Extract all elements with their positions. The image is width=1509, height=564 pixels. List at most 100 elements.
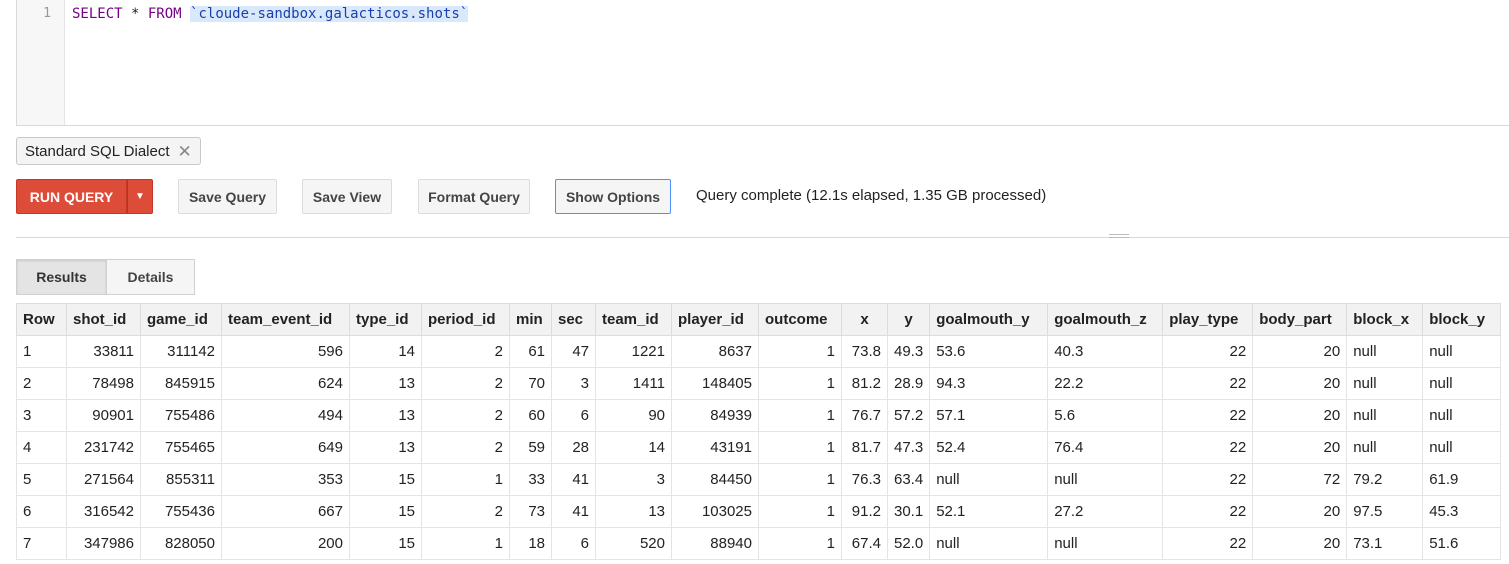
table-cell-play-type: 22 [1162,335,1254,368]
table-cell-x: 73.8 [841,335,888,368]
save-view-button[interactable]: Save View [302,179,392,214]
column-header-body-part[interactable]: body_part [1252,303,1348,336]
column-header-x[interactable]: x [841,303,888,336]
table-cell-shot-id: 316542 [66,495,141,528]
table-cell-block-x: null [1346,399,1424,432]
table-cell-sec: 41 [551,463,596,496]
table-cell-row: 6 [16,495,67,528]
table-cell-goalmouth-z: null [1047,463,1164,496]
column-header-goalmouth-y[interactable]: goalmouth_y [929,303,1049,336]
save-query-button[interactable]: Save Query [178,179,277,214]
column-header-block-x[interactable]: block_x [1346,303,1424,336]
close-icon[interactable]: ✕ [178,143,192,160]
table-cell-team-id: 14 [595,431,672,464]
table-cell-player-id: 88940 [671,527,759,560]
table-cell-block-y: null [1422,367,1502,400]
table-cell-outcome: 1 [758,495,842,528]
table-cell-min: 18 [509,527,552,560]
table-cell-team-id: 90 [595,399,672,432]
table-cell-goalmouth-z: 5.6 [1047,399,1164,432]
line-number-gutter: 1 [17,0,65,125]
query-editor[interactable]: 1 SELECT * FROM `cloude-sandbox.galactic… [16,0,1509,126]
column-header-type-id[interactable]: type_id [349,303,422,336]
table-cell-type-id: 14 [349,335,422,368]
table-cell-sec: 41 [551,495,596,528]
table-cell-sec: 3 [551,367,596,400]
table-cell-body-part: 20 [1252,335,1348,368]
table-cell-play-type: 22 [1162,495,1254,528]
column-header-y[interactable]: y [886,303,931,336]
table-cell-team-event-id: 596 [221,335,350,368]
column-header-block-y[interactable]: block_y [1422,303,1502,336]
table-cell-game-id: 755486 [140,399,222,432]
table-cell-shot-id: 231742 [66,431,141,464]
table-cell-type-id: 15 [349,527,422,560]
table-cell-block-x: 97.5 [1346,495,1424,528]
resize-grip-icon[interactable] [1109,232,1129,240]
column-header-shot-id[interactable]: shot_id [66,303,141,336]
sql-code-line[interactable]: SELECT * FROM `cloude-sandbox.galacticos… [72,6,469,22]
table-cell-type-id: 13 [349,431,422,464]
table-cell-outcome: 1 [758,335,842,368]
table-cell-y: 28.9 [886,367,931,400]
column-header-period-id[interactable]: period_id [421,303,510,336]
table-cell-team-event-id: 624 [221,367,350,400]
table-cell-game-id: 311142 [140,335,222,368]
table-cell-game-id: 755465 [140,431,222,464]
column-header-play-type[interactable]: play_type [1162,303,1254,336]
column-header-team-id[interactable]: team_id [595,303,672,336]
column-header-min[interactable]: min [509,303,552,336]
table-cell-player-id: 148405 [671,367,759,400]
column-header-sec[interactable]: sec [551,303,596,336]
table-cell-shot-id: 78498 [66,367,141,400]
sql-dialect-label: Standard SQL Dialect [25,142,170,160]
table-cell-sec: 6 [551,527,596,560]
run-query-button[interactable]: RUN QUERY [16,179,127,214]
column-header-player-id[interactable]: player_id [671,303,759,336]
column-header-game-id[interactable]: game_id [140,303,222,336]
column-header-goalmouth-z[interactable]: goalmouth_z [1047,303,1164,336]
column-header-team-event-id[interactable]: team_event_id [221,303,350,336]
table-row: 4 231742 755465 649 13 2 59 28 14 43191 1 81.7 47.3 5… [16,431,1502,464]
table-cell-game-id: 855311 [140,463,222,496]
table-cell-period-id: 2 [421,399,510,432]
table-cell-team-event-id: 667 [221,495,350,528]
column-header-row[interactable]: Row [16,303,67,336]
table-cell-row: 5 [16,463,67,496]
table-cell-block-y: null [1422,335,1502,368]
format-query-button[interactable]: Format Query [418,179,530,214]
table-cell-row: 3 [16,399,67,432]
table-cell-goalmouth-y: 57.1 [929,399,1049,432]
table-cell-goalmouth-y: 52.4 [929,431,1049,464]
tab-results[interactable]: Results [17,260,106,294]
table-cell-outcome: 1 [758,367,842,400]
table-cell-x: 91.2 [841,495,888,528]
table-cell-y: 57.2 [886,399,931,432]
table-cell-shot-id: 33811 [66,335,141,368]
table-cell-row: 1 [16,335,67,368]
show-options-button[interactable]: Show Options [555,179,671,214]
sql-keyword-from: FROM [147,6,182,22]
table-cell-player-id: 43191 [671,431,759,464]
table-cell-body-part: 20 [1252,367,1348,400]
table-cell-block-x: null [1346,431,1424,464]
sql-dialect-chip: Standard SQL Dialect ✕ [16,137,201,165]
table-cell-period-id: 2 [421,431,510,464]
tab-details[interactable]: Details [106,260,194,294]
table-cell-player-id: 84939 [671,399,759,432]
table-cell-period-id: 1 [421,527,510,560]
column-header-outcome[interactable]: outcome [758,303,842,336]
table-cell-x: 81.2 [841,367,888,400]
table-cell-goalmouth-y: 53.6 [929,335,1049,368]
table-cell-body-part: 20 [1252,399,1348,432]
table-cell-game-id: 828050 [140,527,222,560]
table-cell-block-y: null [1422,399,1502,432]
caret-down-icon[interactable]: ▼ [127,179,153,214]
sql-table-reference: `cloude-sandbox.galacticos.shots` [190,6,469,22]
table-cell-player-id: 103025 [671,495,759,528]
table-cell-period-id: 2 [421,367,510,400]
table-cell-goalmouth-z: 76.4 [1047,431,1164,464]
panel-divider [16,237,1509,238]
table-cell-body-part: 20 [1252,527,1348,560]
table-cell-goalmouth-z: 27.2 [1047,495,1164,528]
